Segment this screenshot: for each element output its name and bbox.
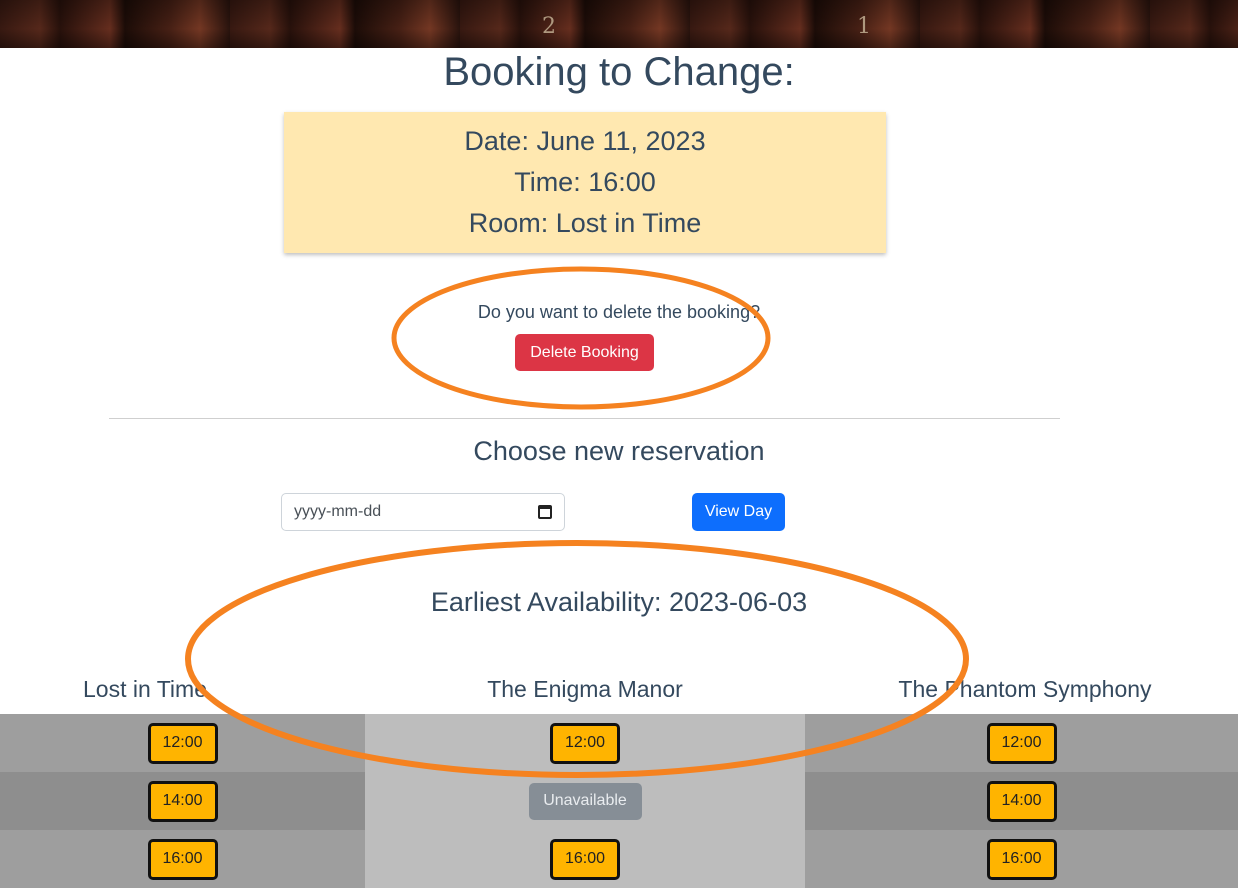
book-spine-number: 1 bbox=[857, 14, 871, 39]
unavailable-badge: Unavailable bbox=[528, 782, 642, 820]
room-column-enigma-manor: 12:00 Unavailable 16:00 bbox=[365, 714, 805, 888]
timeslot-cell: 14:00 bbox=[805, 772, 1238, 830]
timeslot-button[interactable]: 14:00 bbox=[147, 780, 218, 822]
booking-date: Date: June 11, 2023 bbox=[464, 126, 706, 156]
date-input[interactable]: yyyy-mm-dd bbox=[281, 493, 565, 531]
delete-question: Do you want to delete the booking? bbox=[477, 302, 761, 322]
timeslot-button[interactable]: 16:00 bbox=[550, 838, 620, 880]
booking-details-card: Date: June 11, 2023 Time: 16:00 Room: Lo… bbox=[284, 112, 886, 253]
timeslot-cell: 12:00 bbox=[0, 714, 365, 772]
calendar-icon[interactable] bbox=[538, 505, 552, 519]
timeslot-cell: 14:00 bbox=[0, 772, 365, 830]
room-header-lost-in-time: Lost in Time bbox=[83, 676, 207, 702]
timeslot-cell: Unavailable bbox=[365, 772, 805, 830]
timeslot-button[interactable]: 16:00 bbox=[147, 838, 218, 880]
room-header-phantom-symphony: The Phantom Symphony bbox=[898, 676, 1152, 702]
room-column-lost-in-time: 12:00 14:00 16:00 bbox=[0, 714, 365, 888]
timeslot-grid: 12:00 14:00 16:00 12:00 Unavailable 16:0… bbox=[0, 714, 1238, 888]
timeslot-cell: 12:00 bbox=[805, 714, 1238, 772]
delete-booking-button[interactable]: Delete Booking bbox=[515, 334, 654, 371]
booking-room: Room: Lost in Time bbox=[468, 208, 702, 238]
timeslot-button[interactable]: 12:00 bbox=[986, 722, 1057, 764]
new-reservation-title: Choose new reservation bbox=[473, 436, 765, 466]
timeslot-button[interactable]: 12:00 bbox=[550, 722, 620, 764]
timeslot-button[interactable]: 12:00 bbox=[147, 722, 218, 764]
timeslot-cell: 16:00 bbox=[365, 830, 805, 888]
timeslot-cell: 16:00 bbox=[805, 830, 1238, 888]
view-day-button[interactable]: View Day bbox=[692, 493, 785, 531]
section-divider bbox=[109, 418, 1060, 419]
booking-time: Time: 16:00 bbox=[514, 167, 656, 197]
room-column-phantom-symphony: 12:00 14:00 16:00 bbox=[805, 714, 1238, 888]
timeslot-cell: 12:00 bbox=[365, 714, 805, 772]
page-title: Booking to Change: bbox=[443, 50, 795, 94]
earliest-availability: Earliest Availability: 2023-06-03 bbox=[430, 587, 808, 617]
room-header-enigma-manor: The Enigma Manor bbox=[487, 676, 683, 702]
date-placeholder: yyyy-mm-dd bbox=[294, 503, 382, 520]
timeslot-button[interactable]: 16:00 bbox=[986, 838, 1057, 880]
header-banner-image: 2 1 bbox=[0, 0, 1238, 48]
book-spine-number: 2 bbox=[542, 14, 556, 39]
timeslot-cell: 16:00 bbox=[0, 830, 365, 888]
timeslot-button[interactable]: 14:00 bbox=[986, 780, 1057, 822]
banner-shade bbox=[0, 0, 1238, 48]
